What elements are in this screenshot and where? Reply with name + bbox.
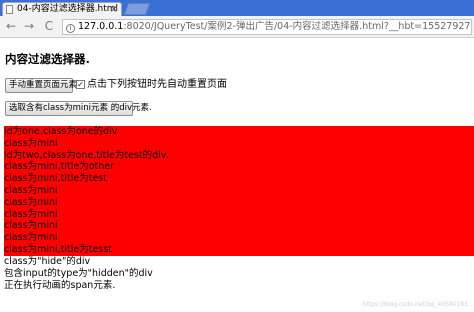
list-item: class为mini,title为tesst [4, 243, 474, 256]
auto-reset-label: 点击下列按钮时先自动重置页面 [87, 79, 227, 90]
forward-icon[interactable]: → [22, 19, 36, 33]
list-item: 正在执行动画的span元素. [4, 279, 116, 291]
list-item: 包含input的type为"hidden"的div [4, 267, 153, 279]
tab-strip: 04-内容过滤选择器.html × [0, 0, 474, 16]
reload-icon[interactable]: C [42, 19, 56, 33]
page-content: 内容过滤选择器. 手动重置页面元素 ✓ 点击下列按钮时先自动重置页面 选取含有c… [0, 38, 474, 312]
list-item: id为one,class为one的div [4, 126, 474, 138]
watermark: https://blog.csdn.net/qq_40580183 [362, 301, 468, 308]
info-icon[interactable]: i [66, 24, 75, 33]
list-item: id为two,class为one,title为test的div. [4, 149, 474, 162]
address-host: 127.0.0.1 [78, 21, 124, 32]
back-icon[interactable]: ← [4, 19, 18, 33]
tab-title: 04-内容过滤选择器.html [17, 4, 119, 14]
list-item: class为mini [4, 208, 474, 221]
select-mini-div-button[interactable]: 选取含有class为mini元素 的div元素. [5, 101, 152, 116]
reset-button[interactable]: 手动重置页面元素 [5, 78, 77, 93]
browser-tab[interactable]: 04-内容过滤选择器.html × [2, 2, 122, 16]
list-item: class为mini [4, 220, 474, 233]
address-bar[interactable]: i 127.0.0.1:8020/JQueryTest/案例2-弹出广告/04-内… [62, 19, 472, 35]
auto-reset-checkbox[interactable]: ✓ [76, 80, 85, 89]
list-item: class为mini [4, 196, 474, 209]
list-item: class为"hide"的div [4, 256, 91, 267]
tab-close-icon[interactable]: × [110, 3, 118, 16]
plain-div-list: class为"hide"的div 包含input的type为"hidden"的d… [4, 256, 474, 291]
list-item: class为mini,title为other [4, 161, 474, 174]
browser-toolbar: ← → C i 127.0.0.1:8020/JQueryTest/案例2-弹出广… [0, 16, 474, 38]
address-path: :8020/JQueryTest/案例2-弹出广告/04-内容过滤选择器.htm… [123, 21, 472, 32]
list-item: class为mini [4, 137, 474, 150]
new-tab-button[interactable] [123, 3, 151, 15]
page-icon [6, 5, 13, 14]
page-title: 内容过滤选择器. [5, 52, 90, 66]
highlighted-div-list: id为one,class为one的div class为mini id为two,c… [4, 126, 474, 256]
list-item: class为mini [4, 184, 474, 197]
list-item: class为mini,title为test [4, 173, 474, 185]
list-item: class为mini [4, 232, 474, 244]
